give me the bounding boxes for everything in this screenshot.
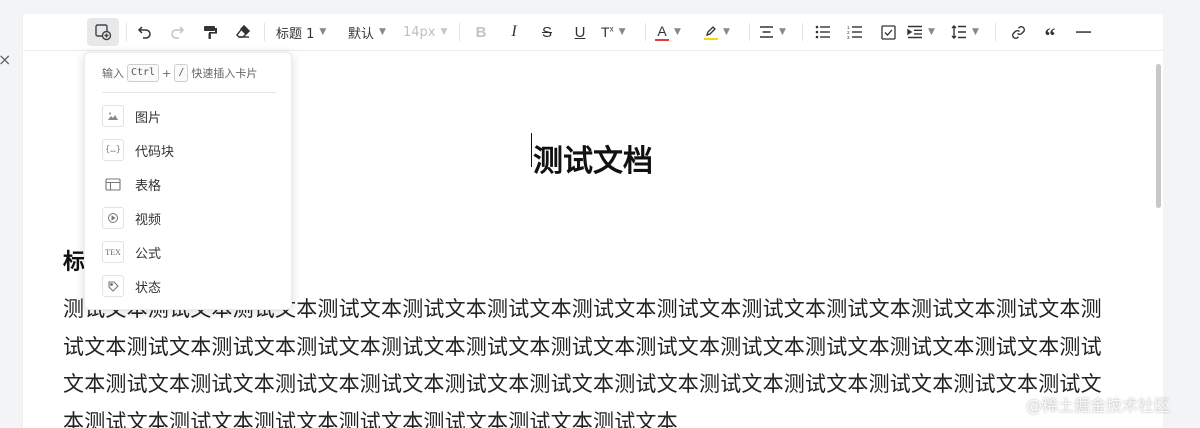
menu-item-label: 公式 bbox=[135, 246, 162, 262]
undo-icon bbox=[137, 26, 151, 39]
superscript-icon: Tx bbox=[601, 24, 614, 40]
strikethrough-button[interactable]: S bbox=[536, 18, 558, 46]
chevron-down-icon: ▼ bbox=[674, 26, 681, 37]
heading-select[interactable]: 标题 1 ▼ bbox=[276, 18, 334, 46]
svg-text:3: 3 bbox=[847, 35, 850, 39]
font-family-value: 默认 bbox=[348, 26, 375, 42]
bullet-list-button[interactable] bbox=[813, 18, 833, 46]
link-icon bbox=[1011, 25, 1025, 39]
line-height-button[interactable]: ▼ bbox=[951, 18, 987, 46]
quote-button[interactable]: “ bbox=[1040, 18, 1060, 48]
shortcut-hint: 输入 Ctrl + / 快速插入卡片 bbox=[102, 64, 257, 82]
chevron-down-icon: ▼ bbox=[928, 26, 935, 37]
indent-icon bbox=[907, 25, 922, 39]
redo-icon bbox=[171, 26, 185, 39]
italic-button[interactable]: I bbox=[504, 18, 524, 46]
body-paragraph[interactable]: 测试文本测试文本测试文本测试文本测试文本测试文本测试文本测试文本测试文本测试文本… bbox=[63, 291, 1103, 428]
strikethrough-icon: S bbox=[541, 23, 552, 41]
font-color-icon: A bbox=[655, 24, 669, 41]
font-color-button[interactable]: A ▼ bbox=[655, 18, 693, 46]
menu-item-label: 图片 bbox=[135, 110, 162, 126]
scrollbar[interactable] bbox=[1156, 64, 1161, 208]
editor-toolbar: 标题 1 ▼ 默认 ▼ 14px ▼ B I S U Tx ▼ A ▼ ▼ ▼ … bbox=[23, 14, 1163, 51]
hint-suffix: 快速插入卡片 bbox=[191, 67, 258, 80]
insert-card-icon bbox=[95, 24, 112, 41]
horizontal-rule-icon bbox=[1075, 31, 1091, 33]
watermark: @稀土掘金技术社区 bbox=[1026, 396, 1171, 415]
menu-item-table[interactable]: 表格 bbox=[102, 171, 276, 197]
menu-item-status[interactable]: 状态 bbox=[102, 273, 276, 299]
underline-icon: U bbox=[574, 23, 586, 41]
link-button[interactable] bbox=[1008, 18, 1028, 46]
text-cursor bbox=[531, 133, 532, 167]
chevron-down-icon: ▼ bbox=[440, 26, 448, 37]
menu-item-formula[interactable]: TEX 公式 bbox=[102, 239, 276, 265]
menu-item-image[interactable]: 图片 bbox=[102, 103, 276, 129]
horizontal-rule-button[interactable] bbox=[1073, 18, 1093, 46]
menu-item-label: 表格 bbox=[135, 178, 162, 194]
font-size-value: 14px bbox=[403, 24, 436, 40]
line-height-icon bbox=[951, 25, 966, 39]
superscript-button[interactable]: Tx ▼ bbox=[601, 18, 637, 46]
font-family-select[interactable]: 默认 ▼ bbox=[348, 18, 394, 46]
highlight-bar bbox=[704, 37, 718, 40]
menu-item-label: 代码块 bbox=[135, 144, 175, 160]
checkbox-icon bbox=[880, 24, 896, 40]
code-block-icon: {…} bbox=[102, 139, 124, 161]
task-list-button[interactable] bbox=[878, 18, 898, 46]
align-center-icon bbox=[760, 26, 773, 38]
align-button[interactable]: ▼ bbox=[759, 18, 793, 46]
menu-item-code-block[interactable]: {…} 代码块 bbox=[102, 137, 276, 163]
formula-icon: TEX bbox=[102, 241, 124, 263]
eraser-icon bbox=[236, 24, 250, 38]
close-icon[interactable]: × bbox=[0, 52, 11, 68]
redo-button[interactable] bbox=[165, 18, 189, 46]
hint-prefix: 输入 bbox=[102, 67, 124, 80]
quote-icon: “ bbox=[1044, 23, 1056, 48]
bold-icon: B bbox=[475, 23, 487, 41]
undo-button[interactable] bbox=[133, 18, 157, 46]
bold-button[interactable]: B bbox=[471, 18, 491, 46]
status-icon bbox=[102, 275, 124, 297]
chevron-down-icon: ▼ bbox=[972, 26, 979, 37]
image-icon bbox=[102, 105, 124, 127]
indent-button[interactable]: ▼ bbox=[907, 18, 943, 46]
menu-item-label: 状态 bbox=[135, 280, 162, 296]
hint-key-slash: / bbox=[174, 64, 189, 82]
ordered-list-button[interactable]: 1 2 3 bbox=[845, 18, 865, 46]
heading-select-value: 标题 1 bbox=[276, 26, 315, 42]
ordered-list-icon: 1 2 3 bbox=[847, 25, 862, 39]
highlight-button[interactable]: ▼ bbox=[704, 18, 742, 46]
table-icon bbox=[102, 173, 124, 195]
font-size-select[interactable]: 14px ▼ bbox=[403, 18, 451, 46]
clear-format-button[interactable] bbox=[231, 18, 255, 46]
chevron-down-icon: ▼ bbox=[379, 26, 386, 37]
menu-divider bbox=[102, 92, 276, 93]
format-painter-icon bbox=[204, 26, 217, 39]
font-color-bar bbox=[655, 38, 669, 41]
hint-key-ctrl: Ctrl bbox=[127, 64, 160, 82]
chevron-down-icon: ▼ bbox=[779, 26, 786, 37]
highlight-icon bbox=[704, 25, 718, 40]
insert-card-menu: 输入 Ctrl + / 快速插入卡片 图片 {…} 代码块 表格 视频 TEX … bbox=[84, 52, 292, 310]
chevron-down-icon: ▼ bbox=[723, 26, 730, 37]
insert-card-button[interactable] bbox=[87, 18, 119, 46]
hint-plus: + bbox=[162, 66, 172, 80]
italic-icon: I bbox=[511, 23, 517, 40]
video-icon bbox=[102, 207, 124, 229]
app-window: × 标题 1 ▼ 默认 ▼ 14px ▼ B I S U Tx ▼ A ▼ ▼ … bbox=[0, 0, 1200, 428]
chevron-down-icon: ▼ bbox=[618, 26, 626, 37]
format-painter-button[interactable] bbox=[198, 18, 222, 46]
chevron-down-icon: ▼ bbox=[319, 26, 327, 37]
menu-item-video[interactable]: 视频 bbox=[102, 205, 276, 231]
underline-button[interactable]: U bbox=[570, 18, 590, 46]
menu-item-label: 视频 bbox=[135, 212, 162, 228]
bullet-list-icon bbox=[815, 25, 830, 39]
